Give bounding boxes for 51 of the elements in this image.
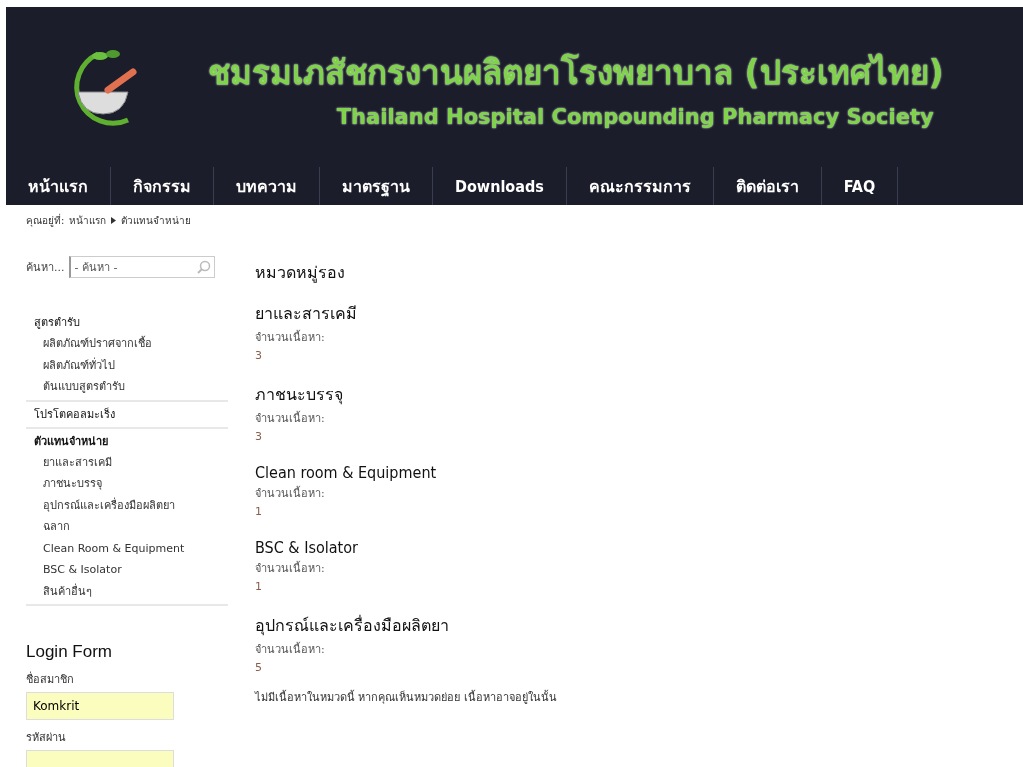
nav-item[interactable]: มาตรฐาน xyxy=(320,167,433,205)
sidebar-subcategory[interactable]: สินค้าอื่นๆ xyxy=(34,580,228,602)
nav-item[interactable]: บทความ xyxy=(214,167,320,205)
count-value: 1 xyxy=(255,579,263,595)
sidebar-subcategory[interactable]: Clean Room & Equipment xyxy=(34,537,228,559)
sidebar-subcategory[interactable]: ฉลาก xyxy=(34,516,228,538)
subcategory-link[interactable]: ภาชนะบรรจุ xyxy=(255,382,557,407)
site-title: ชมรมเภสัชกรงานผลิตยาโรงพยาบาล (ประเทศไทย) xyxy=(208,51,944,94)
arrow-icon xyxy=(111,217,117,224)
section-heading: หมวดหมู่รอง xyxy=(255,262,346,285)
password-label: รหัสผ่าน xyxy=(26,730,67,746)
search-icon xyxy=(196,260,211,274)
username-field[interactable]: Komkrit xyxy=(26,692,174,720)
sidebar-subcategory[interactable]: ผลิตภัณฑ์ปราศจากเชื้อ xyxy=(34,333,228,355)
count-label: จำนวนเนื้อหา: xyxy=(255,641,326,658)
site-subtitle: Thailand Hospital Compounding Pharmacy Society xyxy=(336,104,934,129)
subcategory-link[interactable]: Clean room & Equipment xyxy=(255,463,557,482)
breadcrumb-link[interactable]: ตัวแทนจำหน่าย xyxy=(121,213,192,228)
sidebar-subcategory[interactable]: ต้นแบบสูตรตำรับ xyxy=(34,376,228,398)
sidebar-category[interactable]: โปรโตคอลมะเร็ง xyxy=(34,403,228,425)
sidebar-subcategory[interactable]: อุปกรณ์และเครื่องมือผลิตยา xyxy=(34,494,228,516)
nav-item[interactable]: กิจกรรม xyxy=(111,167,214,205)
subcategory-link[interactable]: อุปกรณ์และเครื่องมือผลิตยา xyxy=(255,613,557,638)
count-label: จำนวนเนื้อหา: xyxy=(255,560,326,577)
sidebar-category[interactable]: สูตรตำรับ xyxy=(34,312,228,333)
subcategory-link[interactable]: BSC & Isolator xyxy=(255,538,557,557)
nav-item[interactable]: คณะกรรมการ xyxy=(566,167,714,205)
count-value: 1 xyxy=(255,504,263,520)
login-title: Login Form xyxy=(26,642,113,662)
username-label: ชื่อสมาชิก xyxy=(26,670,75,688)
sidebar-subcategory[interactable]: ผลิตภัณฑ์ทั่วไป xyxy=(34,354,228,376)
search-field[interactable]: - ค้นหา - xyxy=(68,256,215,278)
count-value: 3 xyxy=(255,348,263,364)
count-value: 5 xyxy=(255,660,263,676)
count-label: จำนวนเนื้อหา: xyxy=(255,410,326,427)
count-label: จำนวนเนื้อหา: xyxy=(255,485,326,502)
nav-item[interactable]: Downloads xyxy=(433,167,567,205)
breadcrumb-prefix: คุณอยู่ที่: xyxy=(26,213,65,228)
sidebar-subcategory[interactable]: ยาและสารเคมี xyxy=(34,451,228,473)
nav-item[interactable]: ติดต่อเรา xyxy=(713,167,822,205)
sidebar-subcategory[interactable]: ภาชนะบรรจุ xyxy=(34,473,228,495)
breadcrumb-link[interactable]: หน้าแรก xyxy=(69,213,107,228)
count-value: 3 xyxy=(255,429,263,445)
search-label: ค้นหา... xyxy=(26,260,65,276)
sidebar-subcategory[interactable]: BSC & Isolator xyxy=(34,559,228,581)
nav-item[interactable]: หน้าแรก xyxy=(6,167,111,205)
empty-note: ไม่มีเนื้อหาในหมวดนี้ หากคุณเห็นหมวดย่อย เนื้อหาอาจอยู่ในนั้น xyxy=(255,689,557,706)
sidebar-category[interactable]: ตัวแทนจำหน่าย xyxy=(34,430,228,452)
nav-item[interactable]: FAQ xyxy=(821,167,899,205)
count-label: จำนวนเนื้อหา: xyxy=(255,329,326,346)
subcategory-link[interactable]: ยาและสารเคมี xyxy=(255,301,557,326)
